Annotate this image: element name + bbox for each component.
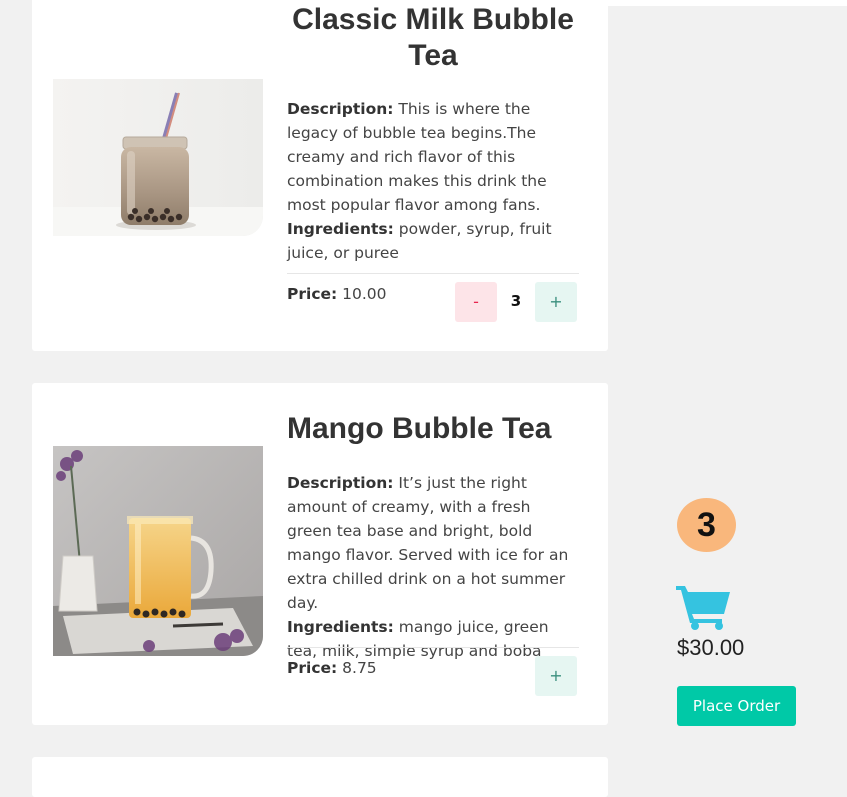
product-title: Classic Milk Bubble Tea — [292, 3, 574, 72]
description-text: It’s just the right amount of creamy, wi… — [287, 474, 569, 612]
decrease-quantity-button[interactable]: - — [455, 282, 497, 322]
product-image-classic-milk — [53, 79, 263, 236]
product-card-mango: Mango Bubble Tea Description: It’s just … — [32, 383, 608, 725]
description-label: Description: — [287, 474, 394, 492]
product-card-classic-milk: Classic Milk Bubble Tea Description: Thi… — [32, 0, 608, 351]
price-label: Price: — [287, 285, 338, 303]
product-price: Price: 10.00 — [287, 282, 387, 306]
quantity-value: 3 — [510, 292, 522, 310]
price-value: 8.75 — [342, 659, 377, 677]
cart-total: $30.00 — [677, 635, 745, 660]
product-title: Mango Bubble Tea — [287, 412, 552, 445]
shopping-cart-icon[interactable] — [676, 582, 732, 630]
product-description: Description: This is where the legacy of… — [287, 97, 579, 265]
product-price: Price: 8.75 — [287, 656, 377, 680]
divider — [287, 273, 579, 274]
product-description: Description: It’s just the right amount … — [287, 471, 579, 663]
product-card — [32, 757, 608, 797]
divider — [287, 647, 579, 648]
increase-quantity-button[interactable]: + — [535, 656, 577, 696]
product-image-mango — [53, 446, 263, 656]
increase-quantity-button[interactable]: + — [535, 282, 577, 322]
cart-count-badge: 3 — [677, 498, 736, 552]
price-label: Price: — [287, 659, 338, 677]
ingredients-label: Ingredients: — [287, 220, 394, 238]
price-value: 10.00 — [342, 285, 387, 303]
ingredients-label: Ingredients: — [287, 618, 394, 636]
description-label: Description: — [287, 100, 394, 118]
place-order-button[interactable]: Place Order — [677, 686, 796, 726]
